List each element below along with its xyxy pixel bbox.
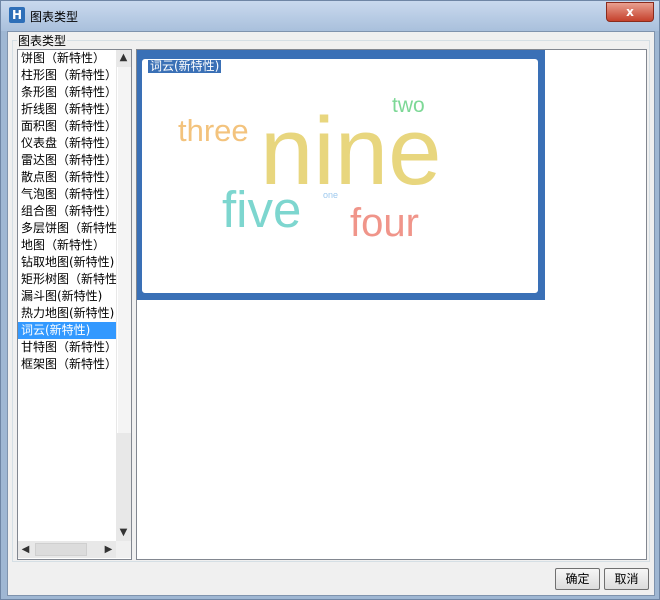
chart-type-item[interactable]: 条形图（新特性） <box>18 84 116 101</box>
group-label: 图表类型 <box>17 32 68 49</box>
title-bar: H 图表类型 x <box>1 1 659 31</box>
chart-type-item[interactable]: 漏斗图(新特性) <box>18 288 116 305</box>
chart-type-item[interactable]: 地图（新特性） <box>18 237 116 254</box>
scroll-left-icon[interactable]: ◀ <box>18 542 33 558</box>
chart-type-item[interactable]: 仪表盘（新特性） <box>18 135 116 152</box>
chart-preview-caption: 词云(新特性) <box>148 59 222 73</box>
chart-type-item[interactable]: 面积图（新特性） <box>18 118 116 135</box>
chart-type-item[interactable]: 词云(新特性) <box>18 322 116 339</box>
chart-preview-pane: nine three two five four one 词云(新特性) <box>136 49 647 560</box>
chart-type-item[interactable]: 钻取地图(新特性) <box>18 254 116 271</box>
chart-type-group: 图表类型 饼图（新特性） 柱形图（新特性） 条形图（新特性） 折线图（新特性） 面积图（… <box>12 32 650 562</box>
chart-type-item[interactable]: 散点图（新特性） <box>18 169 116 186</box>
chart-type-item[interactable]: 饼图（新特性） <box>18 50 116 67</box>
chart-preview-card[interactable]: nine three two five four one 词云(新特性) <box>137 50 545 300</box>
chart-type-item[interactable]: 气泡图（新特性） <box>18 186 116 203</box>
word-three: three <box>178 113 249 148</box>
window-title: 图表类型 <box>30 10 79 24</box>
scroll-up-icon[interactable]: ▲ <box>116 50 131 66</box>
scrollbar-corner <box>116 541 131 558</box>
chart-type-dialog: H 图表类型 x 图表类型 饼图（新特性） 柱形图（新特性） 条形图（新特性） 折线图… <box>0 0 660 600</box>
ok-button[interactable]: 确定 <box>555 568 600 590</box>
chart-type-item[interactable]: 甘特图（新特性） <box>18 339 116 356</box>
chart-type-item[interactable]: 矩形树图（新特性） <box>18 271 116 288</box>
chart-type-item[interactable]: 柱形图（新特性） <box>18 67 116 84</box>
chart-preview-canvas: nine three two five four one 词云(新特性) <box>141 58 539 294</box>
scroll-down-icon[interactable]: ▼ <box>116 525 131 541</box>
dialog-body: 图表类型 饼图（新特性） 柱形图（新特性） 条形图（新特性） 折线图（新特性） 面积图（… <box>7 31 655 596</box>
chart-type-item[interactable]: 组合图（新特性） <box>18 203 116 220</box>
word-five: five <box>222 181 301 238</box>
chart-type-item[interactable]: 多层饼图（新特性） <box>18 220 116 237</box>
horizontal-scroll-thumb[interactable] <box>35 543 87 556</box>
vertical-scrollbar[interactable]: ▲ ▼ <box>116 50 131 541</box>
chart-type-item[interactable]: 折线图（新特性） <box>18 101 116 118</box>
scroll-right-icon[interactable]: ▶ <box>101 542 116 558</box>
close-button[interactable]: x <box>606 2 654 22</box>
word-two: two <box>392 94 425 117</box>
horizontal-scrollbar[interactable]: ◀ ▶ <box>18 541 116 558</box>
app-logo-icon: H <box>9 7 25 23</box>
cancel-button[interactable]: 取消 <box>604 568 649 590</box>
vertical-scroll-thumb[interactable] <box>117 67 131 433</box>
word-four: four <box>350 201 419 245</box>
chart-type-items: 饼图（新特性） 柱形图（新特性） 条形图（新特性） 折线图（新特性） 面积图（新特性）仪… <box>18 50 116 373</box>
word-one: one <box>323 190 338 200</box>
chart-type-item[interactable]: 热力地图(新特性) <box>18 305 116 322</box>
word-cloud-chart: nine three two five four one <box>178 94 442 245</box>
chart-type-item[interactable]: 雷达图（新特性） <box>18 152 116 169</box>
chart-type-item[interactable]: 框架图（新特性） <box>18 356 116 373</box>
chart-type-list[interactable]: 饼图（新特性） 柱形图（新特性） 条形图（新特性） 折线图（新特性） 面积图（新特性）仪… <box>17 49 132 560</box>
